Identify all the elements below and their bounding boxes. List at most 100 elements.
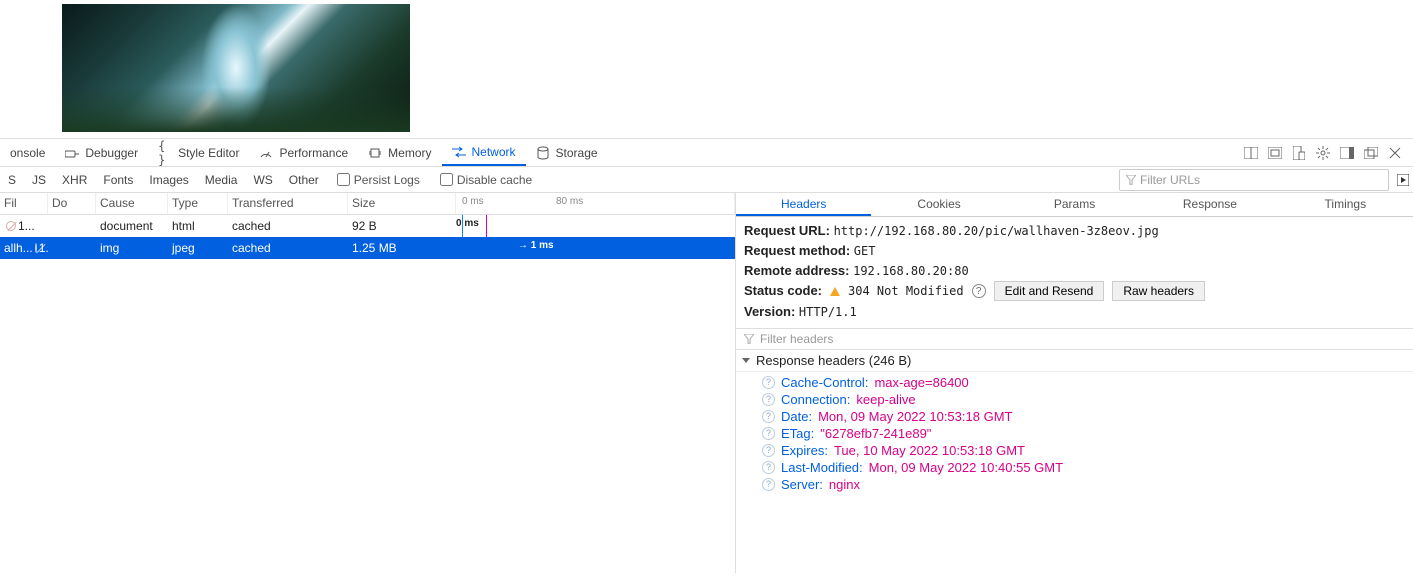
row-transferred: cached: [228, 219, 348, 233]
version-label: Version:: [744, 304, 795, 319]
row-size: 92 B: [348, 219, 456, 233]
tab-label: onsole: [10, 146, 45, 160]
col-file[interactable]: Fil: [0, 193, 48, 214]
remote-address-line: Remote address: 192.168.80.20:80: [744, 261, 1405, 281]
filter-headers-input[interactable]: Filter headers: [736, 328, 1413, 350]
persist-logs-label: Persist Logs: [354, 173, 420, 187]
request-list: Fil Do Cause Type Transferred Size 0 ms …: [0, 193, 736, 573]
responsive-icon[interactable]: [1291, 145, 1307, 161]
request-method-value: GET: [854, 244, 876, 258]
disable-cache-checkbox[interactable]: [440, 173, 453, 186]
header-value: Mon, 09 May 2022 10:40:55 GMT: [869, 460, 1063, 475]
filter-s[interactable]: S: [0, 167, 24, 192]
help-icon[interactable]: ?: [762, 461, 775, 474]
version-line: Version: HTTP/1.1: [744, 302, 1405, 322]
help-icon[interactable]: ?: [972, 284, 986, 298]
col-waterfall[interactable]: 0 ms 80 ms: [456, 193, 735, 214]
filter-js[interactable]: JS: [24, 167, 54, 192]
split-view-icon[interactable]: [1243, 145, 1259, 161]
col-transferred[interactable]: Transferred: [228, 193, 348, 214]
tab-style-editor[interactable]: { } Style Editor: [148, 139, 249, 166]
row-type: jpeg: [168, 241, 228, 255]
network-icon: [452, 145, 466, 159]
wf-vline: [486, 215, 487, 237]
insecure-icon: [6, 221, 16, 231]
page-image: [62, 4, 410, 132]
remote-address-value: 192.168.80.20:80: [853, 264, 969, 278]
persist-logs-checkbox[interactable]: [337, 173, 350, 186]
help-icon[interactable]: ?: [762, 478, 775, 491]
row-cause: document: [96, 219, 168, 233]
status-code-line: Status code: 304 Not Modified ? Edit and…: [744, 281, 1405, 301]
warning-triangle-icon: [830, 287, 840, 296]
iframe-select-icon[interactable]: [1267, 145, 1283, 161]
help-icon[interactable]: ?: [762, 444, 775, 457]
header-row: ? Cache-Control: max-age=86400: [762, 374, 1413, 391]
tab-performance[interactable]: Performance: [249, 139, 358, 166]
database-icon: [536, 146, 550, 160]
tab-memory[interactable]: Memory: [358, 139, 441, 166]
close-icon[interactable]: [1387, 145, 1403, 161]
persist-logs-toggle[interactable]: Persist Logs: [327, 173, 430, 187]
col-type[interactable]: Type: [168, 193, 228, 214]
filter-fonts[interactable]: Fonts: [95, 167, 141, 192]
header-key: Connection:: [781, 392, 850, 407]
devtools-toolbar: onsole Debugger { } Style Editor Perform…: [0, 139, 1413, 167]
header-key: Server:: [781, 477, 823, 492]
details-tab-timings[interactable]: Timings: [1278, 193, 1413, 216]
row-transferred: cached: [228, 241, 348, 255]
help-icon[interactable]: ?: [762, 393, 775, 406]
response-headers-section[interactable]: Response headers (246 B): [736, 350, 1413, 372]
disable-cache-toggle[interactable]: Disable cache: [430, 173, 542, 187]
col-size[interactable]: Size: [348, 193, 456, 214]
filter-media[interactable]: Media: [197, 167, 246, 192]
remote-address-label: Remote address:: [744, 263, 849, 278]
request-row[interactable]: 1... document html cached 92 B →0 ms: [0, 215, 735, 237]
header-key: Expires:: [781, 443, 828, 458]
filter-images[interactable]: Images: [141, 167, 196, 192]
col-domain[interactable]: Do: [48, 193, 96, 214]
header-value: keep-alive: [856, 392, 915, 407]
timeline-tick: 80 ms: [556, 196, 583, 207]
help-icon[interactable]: ?: [762, 427, 775, 440]
help-icon[interactable]: ?: [762, 376, 775, 389]
popout-icon[interactable]: [1363, 145, 1379, 161]
header-row: ?Last-Modified: Mon, 09 May 2022 10:40:5…: [762, 459, 1413, 476]
filter-ws[interactable]: WS: [245, 167, 280, 192]
header-value: nginx: [829, 477, 860, 492]
header-value: max-age=86400: [874, 375, 968, 390]
filter-urls-input[interactable]: Filter URLs: [1119, 169, 1389, 191]
insecure-icon: [35, 243, 37, 253]
header-value: Mon, 09 May 2022 10:53:18 GMT: [818, 409, 1012, 424]
details-tab-response[interactable]: Response: [1142, 193, 1277, 216]
tab-label: Style Editor: [178, 146, 239, 160]
help-icon[interactable]: ?: [762, 410, 775, 423]
header-key: Cache-Control:: [781, 375, 868, 390]
col-cause[interactable]: Cause: [96, 193, 168, 214]
dock-side-icon[interactable]: [1339, 145, 1355, 161]
edit-resend-button[interactable]: Edit and Resend: [994, 281, 1105, 301]
tab-console[interactable]: onsole: [0, 139, 55, 166]
version-value: HTTP/1.1: [799, 305, 857, 319]
details-tab-cookies[interactable]: Cookies: [871, 193, 1006, 216]
details-tab-headers[interactable]: Headers: [736, 193, 871, 216]
filter-xhr[interactable]: XHR: [54, 167, 95, 192]
har-play-icon[interactable]: [1393, 174, 1413, 186]
filter-other[interactable]: Other: [281, 167, 327, 192]
tab-debugger[interactable]: Debugger: [55, 139, 148, 166]
gear-icon[interactable]: [1315, 145, 1331, 161]
filter-headers-placeholder: Filter headers: [760, 332, 833, 346]
status-code-label: Status code:: [744, 281, 822, 301]
braces-icon: { }: [158, 146, 172, 160]
tab-label: Debugger: [85, 146, 138, 160]
request-rows: 1... document html cached 92 B →0 ms all…: [0, 215, 735, 259]
request-row[interactable]: allh...1... img jpeg cached 1.25 MB → 1 …: [0, 237, 735, 259]
raw-headers-button[interactable]: Raw headers: [1112, 281, 1205, 301]
funnel-icon: [1126, 175, 1136, 185]
request-url-line: Request URL: http://192.168.80.20/pic/wa…: [744, 221, 1405, 241]
request-method-label: Request method:: [744, 243, 850, 258]
row-cause: img: [96, 241, 168, 255]
details-tab-params[interactable]: Params: [1007, 193, 1142, 216]
tab-network[interactable]: Network: [442, 139, 526, 166]
tab-storage[interactable]: Storage: [526, 139, 608, 166]
